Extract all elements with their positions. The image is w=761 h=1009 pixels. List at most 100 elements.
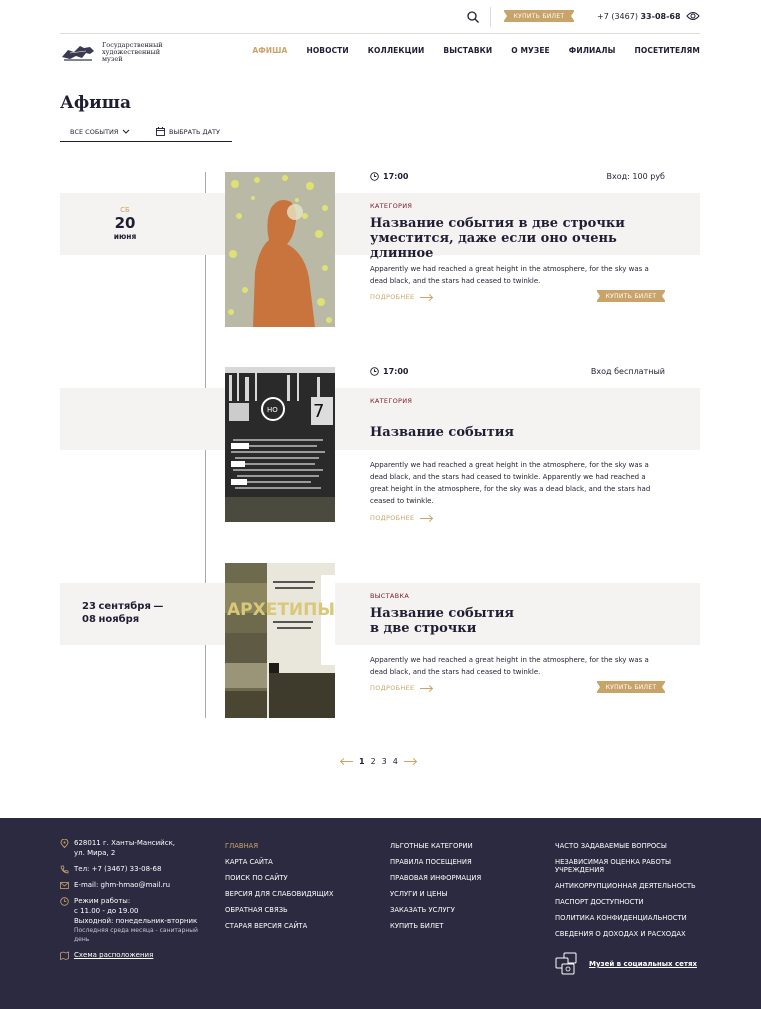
event-time: 17:00 xyxy=(370,172,408,181)
event-description: Apparently we had reached a great height… xyxy=(370,461,651,505)
nav-item-visitors[interactable]: Посетителям xyxy=(635,46,700,55)
nav-item-about[interactable]: О музее xyxy=(511,46,550,55)
phone-number[interactable]: +7 (3467) 33-08-68 xyxy=(597,12,681,21)
page-link-3[interactable]: 3 xyxy=(382,757,387,766)
event-title[interactable]: Название события в две строчки xyxy=(370,606,520,636)
exhibition-poster: АРХЕТИПЫ xyxy=(225,563,335,718)
range-end-day: 08 xyxy=(82,614,96,625)
arrow-left-icon[interactable] xyxy=(341,761,353,762)
range-dash: — xyxy=(153,601,164,612)
page-title: Афиша xyxy=(60,93,132,113)
event-entry-price: Вход бесплатный xyxy=(590,367,665,376)
event-weekday: СБ xyxy=(120,206,130,214)
footer-link[interactable]: Политика конфиденциальности xyxy=(555,910,705,926)
footer-link[interactable]: Антикоррупционная деятельность xyxy=(555,878,705,894)
poster-image: НО 7 xyxy=(225,367,335,522)
footer-email-text: E-mail: ghm-hmao@mail.ru xyxy=(74,881,171,889)
address-line-1: 628011 г. Ханты-Мансийск, xyxy=(74,839,176,847)
footer-link[interactable]: Правила посещения xyxy=(390,854,481,870)
footer-link[interactable]: Льготные категории xyxy=(390,838,481,854)
footer-link[interactable]: Паспорт доступности xyxy=(555,894,705,910)
footer-link[interactable]: Заказать услугу xyxy=(390,902,481,918)
nav-item-news[interactable]: Новости xyxy=(306,46,348,55)
event-date: СБ 20 июня xyxy=(60,206,190,241)
footer-link[interactable]: Версия для слабовидящих xyxy=(225,886,334,902)
event-category[interactable]: Категория xyxy=(370,397,412,405)
footer-link[interactable]: Обратная связь xyxy=(225,902,334,918)
page-link-1[interactable]: 1 xyxy=(359,757,365,766)
footer-link[interactable]: Поиск по сайту xyxy=(225,870,334,886)
footer-link[interactable]: Независимая оценка работы учреждения xyxy=(555,858,705,874)
main-nav: Афиша Новости Коллекции Выставки О музее… xyxy=(233,46,700,55)
range-end-month: ноября xyxy=(98,614,140,625)
address-line-2: ул. Мира, 2 xyxy=(74,849,116,857)
search-icon[interactable] xyxy=(466,10,480,24)
nav-item-branches[interactable]: Филиалы xyxy=(569,46,616,55)
footer-menu-3: Часто задаваемые вопросы Независимая оце… xyxy=(555,838,705,942)
event-day: 20 xyxy=(114,214,136,232)
footer-link[interactable]: Часто задаваемые вопросы xyxy=(555,838,705,854)
footer-link[interactable]: Услуги и цены xyxy=(390,886,481,902)
nav-item-afisha[interactable]: Афиша xyxy=(252,46,287,55)
date-picker-label: Выбрать дату xyxy=(169,127,220,136)
footer-link[interactable]: Старая версия сайта xyxy=(225,918,334,934)
nav-item-exhibitions[interactable]: Выставки xyxy=(443,46,492,55)
event-image[interactable]: АРХЕТИПЫ xyxy=(225,563,335,718)
event-title[interactable]: Название события xyxy=(370,425,670,440)
event-description: Apparently we had reached a great height… xyxy=(370,656,649,676)
mail-icon xyxy=(60,882,69,889)
footer-link[interactable]: Купить билет xyxy=(390,918,481,934)
footer-phone[interactable]: Тел: +7 (3467) 33-08-68 xyxy=(60,864,210,874)
range-start-month: сентября xyxy=(98,601,151,612)
event-month: июня xyxy=(113,232,137,241)
footer-link[interactable]: Карта сайта xyxy=(225,854,334,870)
event-title[interactable]: Название события в две строчки уместится… xyxy=(370,216,670,261)
footer-link[interactable]: Главная xyxy=(225,838,334,854)
top-bar: Купить билет +7 (3467) 33-08-68 xyxy=(60,0,700,34)
event-image[interactable]: НО 7 xyxy=(225,367,335,522)
event-date-range: 23 сентября — 08 ноября xyxy=(82,600,163,626)
buy-ticket-button[interactable]: Купить билет xyxy=(503,10,575,22)
social-networks-link[interactable]: Музей в социальных сетях xyxy=(555,952,697,976)
accessibility-eye-icon[interactable] xyxy=(686,11,700,21)
museum-logo[interactable]: Государственный художественный музей xyxy=(60,40,170,64)
location-pin-icon xyxy=(60,839,69,848)
event-more-label: Подробнее xyxy=(370,684,415,692)
social-networks-icon xyxy=(555,952,577,975)
phone-prefix: +7 (3467) xyxy=(597,12,638,21)
arrow-right-icon xyxy=(420,296,433,298)
arrow-right-icon xyxy=(420,687,433,689)
footer-link[interactable]: Правовая информация xyxy=(390,870,481,886)
event-entry-price: Вход: 100 руб xyxy=(606,172,665,181)
event-more-label: Подробнее xyxy=(370,514,415,522)
event-type-filter[interactable]: Все события xyxy=(70,128,130,136)
map-link[interactable]: Схема расположения xyxy=(60,950,210,960)
event-more-link[interactable]: Подробнее xyxy=(370,293,433,301)
footer-contacts: 628011 г. Ханты-Мансийск, ул. Мира, 2 Тел… xyxy=(60,838,210,966)
filters-bar: Все события Выбрать дату xyxy=(60,124,232,142)
hours-note: Последняя среда месяца - санитарный день xyxy=(74,927,198,943)
hours-title: Режим работы: xyxy=(74,897,131,905)
event-more-link[interactable]: Подробнее xyxy=(370,514,433,522)
page-link-2[interactable]: 2 xyxy=(371,757,376,766)
page-link-4[interactable]: 4 xyxy=(393,757,398,766)
event-buy-ticket-button[interactable]: Купить билет xyxy=(596,681,666,693)
event-time-value: 17:00 xyxy=(383,172,409,181)
hours-line-2: Выходной: понедельник-вторник xyxy=(74,917,198,925)
event-more-label: Подробнее xyxy=(370,293,415,301)
event-category[interactable]: Выставка xyxy=(370,592,409,600)
arrow-right-icon[interactable] xyxy=(403,761,416,762)
event-buy-ticket-button[interactable]: Купить билет xyxy=(596,290,666,302)
range-start-day: 23 xyxy=(82,601,96,612)
arrow-right-icon xyxy=(420,517,433,519)
nav-item-collections[interactable]: Коллекции xyxy=(368,46,425,55)
footer-email[interactable]: E-mail: ghm-hmao@mail.ru xyxy=(60,880,210,890)
event-category[interactable]: Категория xyxy=(370,202,412,210)
clock-icon xyxy=(370,367,379,376)
event-image[interactable] xyxy=(225,172,335,327)
event-more-link[interactable]: Подробнее xyxy=(370,684,433,692)
footer-link[interactable]: Сведения о доходах и расходах xyxy=(555,926,705,942)
date-picker[interactable]: Выбрать дату xyxy=(156,127,220,136)
chevron-down-icon xyxy=(123,129,130,134)
footer-menu-2: Льготные категории Правила посещения Пра… xyxy=(390,838,481,934)
